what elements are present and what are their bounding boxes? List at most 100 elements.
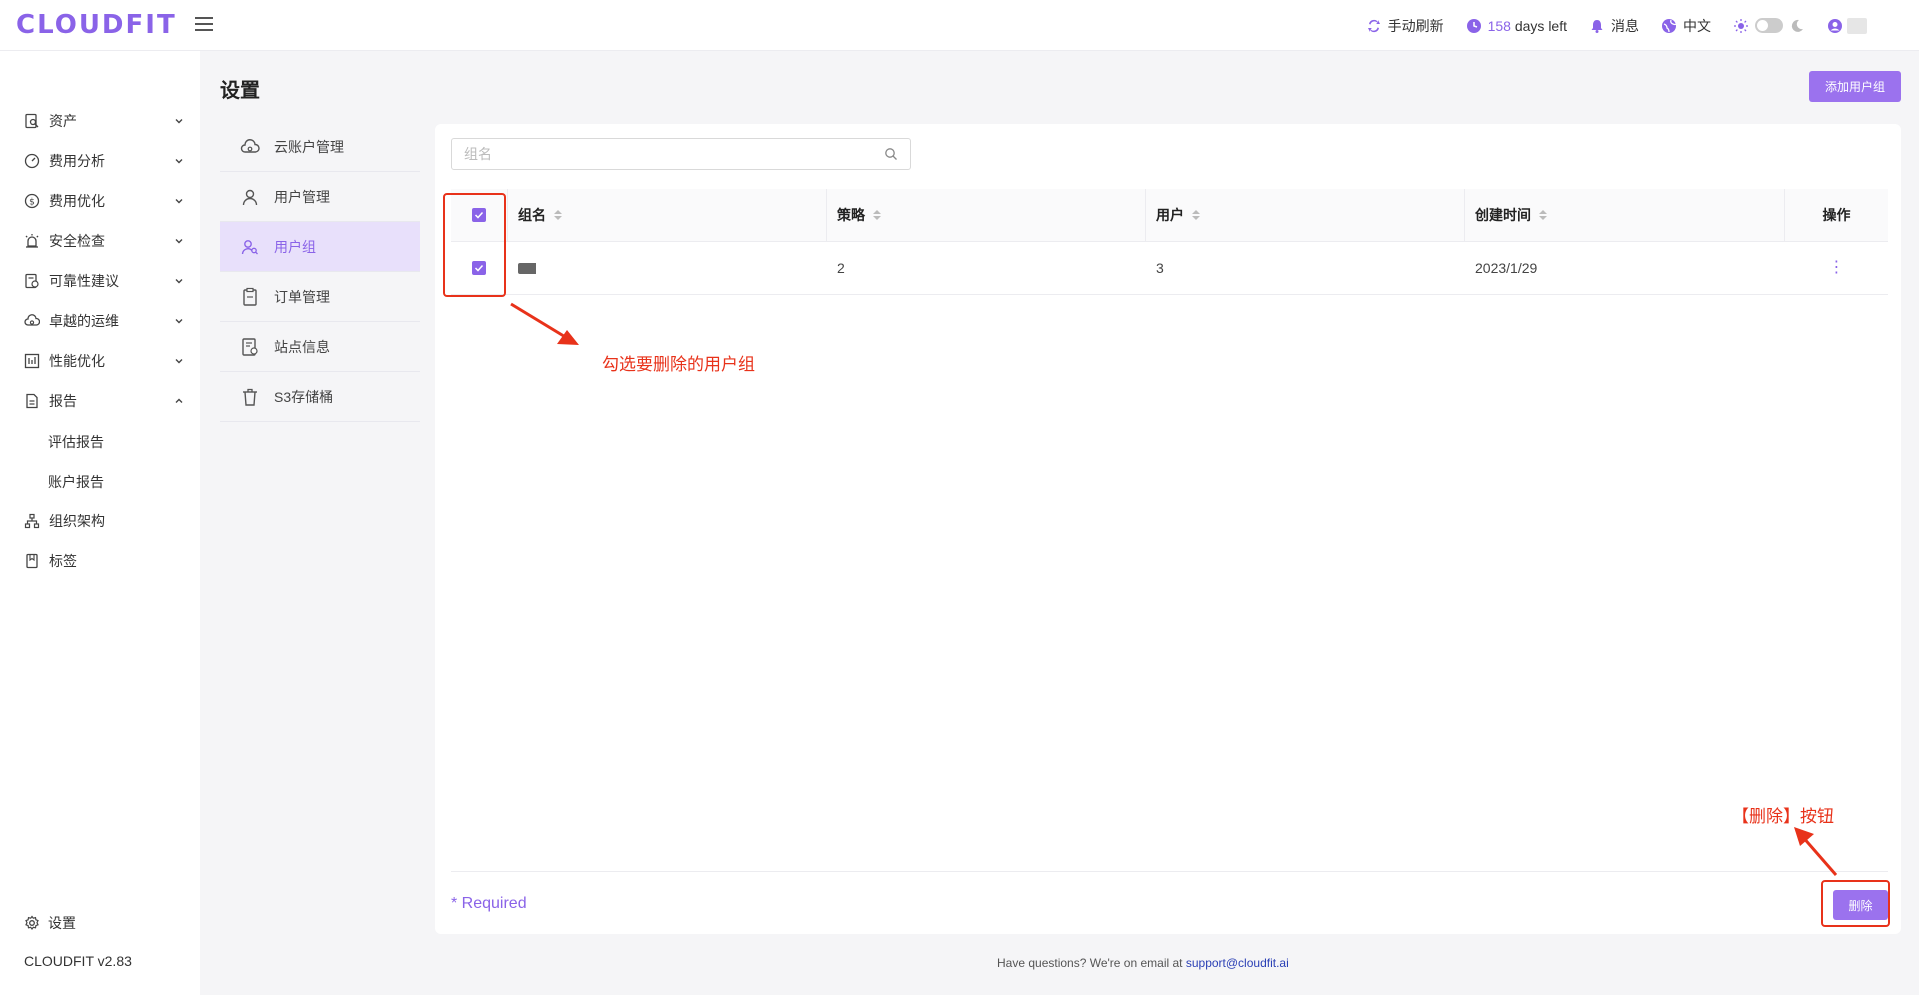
chevron-down-icon (175, 319, 183, 324)
sidebar-item-label: 报告 (49, 393, 77, 409)
sort-icon[interactable] (554, 210, 562, 220)
settings-item-label: 云账户管理 (274, 138, 344, 155)
column-header-actions: 操作 (1784, 189, 1888, 241)
sidebar-subitem-account-report[interactable]: 账户报告 (48, 472, 104, 492)
settings-item-orders[interactable]: 订单管理 (220, 272, 420, 322)
sidebar-item-label: 费用优化 (49, 193, 105, 209)
chevron-down-icon (175, 239, 183, 244)
settings-item-user-groups[interactable]: 用户组 (220, 222, 420, 272)
sidebar-subitem-assessment-report[interactable]: 评估报告 (48, 432, 104, 452)
search-box (451, 138, 911, 170)
checklist-icon (25, 273, 39, 289)
days-label: days left (1510, 17, 1567, 34)
policy-cell: 2 (837, 260, 845, 276)
annotation-arrow-to-table (510, 302, 579, 345)
user-avatar[interactable] (1827, 17, 1867, 34)
subscription-days: 158 days left (1466, 18, 1567, 34)
sort-icon[interactable] (1192, 210, 1200, 220)
sort-icon[interactable] (873, 210, 881, 220)
sidebar-item-tags[interactable]: 标签 (24, 549, 184, 573)
row-actions-cell: ⋮ (1784, 242, 1888, 294)
sidebar-item-security-check[interactable]: 安全检查 (24, 229, 184, 253)
refresh-button[interactable]: 手动刷新 (1366, 16, 1444, 36)
sidebar-item-cost-optimization[interactable]: $ 费用优化 (24, 189, 184, 213)
avatar-username-redacted (1847, 17, 1867, 34)
messages-label: 消息 (1611, 17, 1639, 34)
more-actions-icon[interactable]: ⋮ (1829, 260, 1845, 276)
sidebar-item-reliability[interactable]: 可靠性建议 (24, 269, 184, 293)
sort-icon[interactable] (1539, 210, 1547, 220)
search-icon[interactable] (884, 147, 898, 161)
settings-label: 设置 (48, 915, 76, 931)
sidebar-item-label: 安全检查 (49, 233, 105, 249)
group-name-cell (507, 242, 826, 294)
search-input[interactable] (464, 146, 884, 162)
sidebar-item-label: 标签 (49, 553, 77, 569)
annotation-delete-hint: 【删除】按钮 (1732, 807, 1834, 826)
sidebar-item-label: 性能优化 (49, 353, 105, 369)
sidebar-item-reports[interactable]: 报告 (24, 389, 184, 413)
settings-item-site-info[interactable]: 站点信息 (220, 322, 420, 372)
top-bar: CLOUDFIT 手动刷新 158 days left 消息 中文 (0, 0, 1919, 51)
theme-toggle[interactable] (1733, 18, 1805, 34)
theme-switch[interactable] (1755, 18, 1783, 33)
footer: Have questions? We're on email at suppor… (997, 956, 1289, 970)
user-group-panel: 组名 策略 用户 创建时间 操作 (435, 124, 1901, 934)
header-label: 操作 (1822, 207, 1851, 223)
language-label: 中文 (1683, 17, 1711, 34)
sidebar-item-performance[interactable]: 性能优化 (24, 349, 184, 373)
table-row[interactable]: 2 3 2023/1/29 ⋮ (451, 242, 1888, 295)
language-switch[interactable]: 中文 (1661, 16, 1711, 36)
app-version: CLOUDFIT v2.83 (24, 953, 132, 969)
chevron-down-icon (175, 159, 183, 164)
clock-icon (1466, 18, 1481, 33)
users-cell: 3 (1156, 260, 1164, 276)
panel-divider (451, 871, 1888, 872)
gear-icon (25, 915, 39, 930)
annotation-checkbox-highlight (443, 193, 506, 297)
bookmark-icon (26, 553, 38, 569)
asset-icon (25, 113, 39, 129)
messages-button[interactable]: 消息 (1589, 16, 1639, 36)
site-icon (242, 337, 258, 356)
annotation-arrow-to-delete (1794, 827, 1838, 876)
alarm-icon (25, 234, 39, 248)
sidebar-item-label: 组织架构 (49, 513, 105, 529)
annotation-delete-highlight (1821, 880, 1890, 927)
sidebar-item-cost-analysis[interactable]: 费用分析 (24, 149, 184, 173)
table-header: 组名 策略 用户 创建时间 操作 (451, 189, 1888, 242)
support-email-link[interactable]: support@cloudfit.ai (1186, 956, 1289, 970)
sidebar-item-operations[interactable]: 卓越的运维 (24, 309, 184, 333)
sidebar-item-settings[interactable]: 设置 (24, 913, 76, 933)
settings-item-label: 用户管理 (274, 188, 330, 205)
header-label: 组名 (518, 207, 546, 223)
sidebar-item-organization[interactable]: 组织架构 (24, 509, 184, 533)
settings-item-label: 站点信息 (274, 338, 330, 355)
sidebar-item-label: 资产 (49, 113, 77, 129)
settings-item-label: 订单管理 (274, 288, 330, 305)
column-header-policy[interactable]: 策略 (826, 189, 1145, 241)
sidebar: 资产 费用分析 $ 费用优化 安全检查 可靠性建议 卓越的运维 性能优化 报告 … (0, 51, 200, 995)
settings-item-users[interactable]: 用户管理 (220, 172, 420, 222)
settings-item-s3-buckets[interactable]: S3存储桶 (220, 372, 420, 422)
sidebar-item-assets[interactable]: 资产 (24, 109, 184, 133)
chart-icon (24, 353, 40, 369)
clipboard-icon (243, 287, 257, 306)
column-header-users[interactable]: 用户 (1145, 189, 1464, 241)
bell-icon (1591, 19, 1603, 33)
globe-icon (1662, 18, 1677, 33)
column-header-group-name[interactable]: 组名 (507, 189, 826, 241)
menu-toggle-icon[interactable] (194, 17, 213, 33)
settings-item-label: S3存储桶 (274, 388, 334, 405)
settings-item-cloud-accounts[interactable]: 云账户管理 (220, 122, 420, 172)
column-header-created[interactable]: 创建时间 (1464, 189, 1784, 241)
cloud-icon (240, 138, 260, 153)
settings-menu: 云账户管理 用户管理 用户组 订单管理 站点信息 S3存储桶 (220, 122, 420, 422)
app-logo[interactable]: CLOUDFIT (16, 10, 177, 40)
sun-icon (1734, 18, 1748, 33)
add-user-group-button[interactable]: 添加用户组 (1809, 71, 1901, 102)
org-icon (24, 513, 40, 529)
created-cell: 2023/1/29 (1475, 260, 1538, 276)
chevron-down-icon (175, 199, 183, 204)
footer-text: Have questions? We're on email at (997, 956, 1186, 970)
